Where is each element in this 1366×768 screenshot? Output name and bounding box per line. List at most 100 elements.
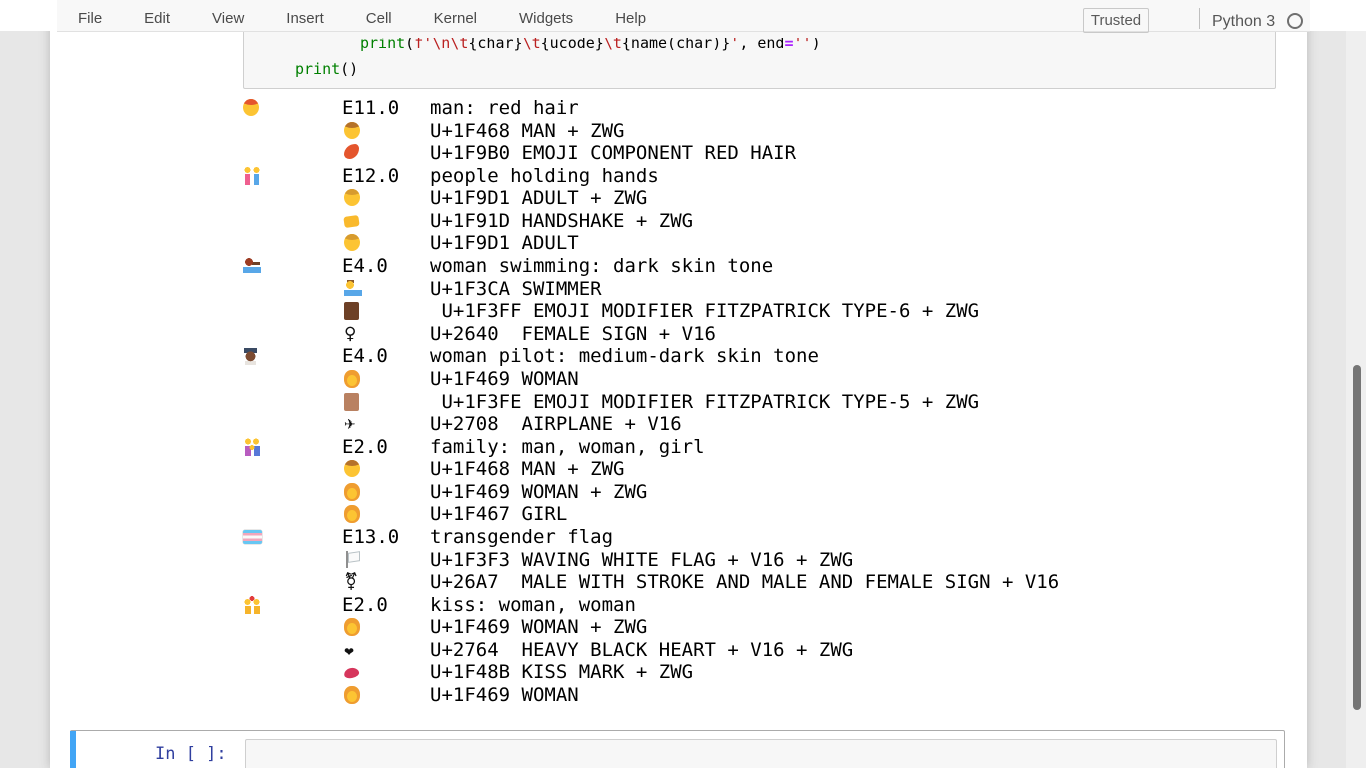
emoji-group-row: E4.0 woman swimming: dark skin tone [0,255,1307,278]
emoji-version-label: E4.0 [342,255,388,277]
menu-file[interactable]: File [57,10,123,31]
empty-cell-input-area[interactable] [245,739,1277,768]
emoji-name: woman pilot: medium-dark skin tone [430,345,819,367]
emoji-name: people holding hands [430,165,659,187]
code-token: \n\t [432,38,468,52]
code-token: = [784,38,793,52]
code-token: end [757,38,784,52]
emoji-component-row: ❤ U+2764 HEAVY BLACK HEART + V16 + ZWG [0,639,1307,662]
emoji-version-label: E4.0 [342,345,388,367]
kiss-ww-icon [243,596,261,614]
emoji-component-row: U+1F469 WOMAN [0,368,1307,391]
emoji-name: kiss: woman, woman [430,594,636,616]
woman-icon [344,686,360,704]
component-codepoints: U+1F91D HANDSHAKE + ZWG [430,210,693,232]
man-icon [344,460,360,477]
hair-red-icon [344,144,359,159]
woman-icon [344,618,360,636]
emoji-component-row: U+1F467 GIRL [0,503,1307,526]
emoji-component-row: U+1F468 MAN + ZWG [0,120,1307,143]
menu-cell[interactable]: Cell [345,10,413,31]
skin-type5-icon [344,393,359,411]
component-codepoints: U+1F3CA SWIMMER [430,278,602,300]
emoji-version-label: E2.0 [342,594,388,616]
kernel-status-icon [1287,13,1303,29]
trusted-badge[interactable]: Trusted [1083,8,1149,33]
emoji-group-row: E2.0 family: man, woman, girl [0,436,1307,459]
skin-type6-icon [344,302,359,320]
code-token: ( [405,38,414,52]
component-codepoints: U+1F469 WOMAN + ZWG [430,481,647,503]
menu-view[interactable]: View [191,10,265,31]
transgender-sign-icon: ⚧ [344,571,358,593]
component-codepoints: U+1F468 MAN + ZWG [430,120,624,142]
selected-cell-indicator [70,731,76,768]
menubar-divider [1199,8,1200,29]
woman-icon [344,483,360,501]
code-token: print [295,60,340,78]
emoji-name: man: red hair [430,97,579,119]
emoji-group-row: E2.0 kiss: woman, woman [0,594,1307,617]
component-codepoints: U+1F468 MAN + ZWG [430,458,624,480]
code-token: '' [794,38,812,52]
emoji-name: family: man, woman, girl [430,436,705,458]
code-token: {name(char)} [622,38,730,52]
emoji-component-row: ⚧U+26A7 MALE WITH STROKE AND MALE AND FE… [0,571,1307,594]
code-token: {ucode} [541,38,604,52]
transgender-flag-icon [243,530,262,544]
code-token: ' [730,38,739,52]
component-codepoints: U+2640 FEMALE SIGN + V16 [430,323,716,345]
emoji-group-row: E13.0transgender flag [0,526,1307,549]
emoji-component-row: U+1F91D HANDSHAKE + ZWG [0,210,1307,233]
female-sign-icon: ♀ [344,323,356,345]
woman-icon [344,370,360,388]
emoji-component-row: U+1F3FF EMOJI MODIFIER FITZPATRICK TYPE-… [0,300,1307,323]
code-line-1: print(f'\n\t{char}\t{ucode}\t{name(char)… [360,38,821,53]
emoji-name: woman swimming: dark skin tone [430,255,773,277]
code-token: \t [604,38,622,52]
menu-edit[interactable]: Edit [123,10,191,31]
menu-widgets[interactable]: Widgets [498,10,594,31]
emoji-version-label: E11.0 [342,97,399,119]
family-icon [243,438,261,456]
emoji-component-row: U+1F469 WOMAN [0,684,1307,707]
emoji-component-row: U+1F3F3 WAVING WHITE FLAG + V16 + ZWG [0,549,1307,572]
emoji-version-label: E2.0 [342,436,388,458]
code-token: print [360,38,405,52]
cell-prompt: In [ ]: [155,744,227,764]
code-token: () [340,60,358,78]
adult-icon [344,234,360,251]
swimmer-icon [344,280,362,296]
handshake-icon [343,215,359,228]
emoji-name: transgender flag [430,526,613,548]
emoji-group-row: E12.0 people holding hands [0,165,1307,188]
menu-help[interactable]: Help [594,10,667,31]
component-codepoints: U+1F469 WOMAN [430,368,579,390]
component-codepoints: U+1F469 WOMAN + ZWG [430,616,647,638]
woman-swimming-dark-icon [243,257,261,273]
emoji-component-row: ♀ U+2640 FEMALE SIGN + V16 [0,323,1307,346]
people-holding-hands-icon [243,167,261,185]
menu-insert[interactable]: Insert [265,10,345,31]
white-flag-icon [344,551,360,569]
notebook-page: FileEditViewInsertCellKernelWidgetsHelp … [0,0,1366,768]
kernel-name: Python 3 [1212,13,1275,31]
code-token: f' [414,38,432,52]
emoji-group-row: E11.0 man: red hair [0,97,1307,120]
adult-icon [344,189,360,206]
emoji-version-label: E12.0 [342,165,399,187]
cell-output: E11.0man: red hairU+1F468 MAN + ZWGU+1F9… [0,97,1307,707]
scrollbar-thumb[interactable] [1353,365,1361,710]
menu-kernel[interactable]: Kernel [413,10,498,31]
emoji-component-row: U+1F9D1 ADULT [0,232,1307,255]
component-codepoints: U+1F9D1 ADULT [430,232,579,254]
airplane-icon: ✈ [344,414,356,436]
code-token: ) [812,38,821,52]
emoji-component-row: U+1F3FE EMOJI MODIFIER FITZPATRICK TYPE-… [0,391,1307,414]
girl-icon [344,505,360,523]
component-codepoints: U+2708 AIRPLANE + V16 [430,413,682,435]
component-codepoints: U+2764 HEAVY BLACK HEART + V16 + ZWG [430,639,853,661]
emoji-component-row: U+1F3CA SWIMMER [0,278,1307,301]
heavy-black-heart-icon: ❤ [344,641,354,663]
emoji-component-row: U+1F469 WOMAN + ZWG [0,481,1307,504]
